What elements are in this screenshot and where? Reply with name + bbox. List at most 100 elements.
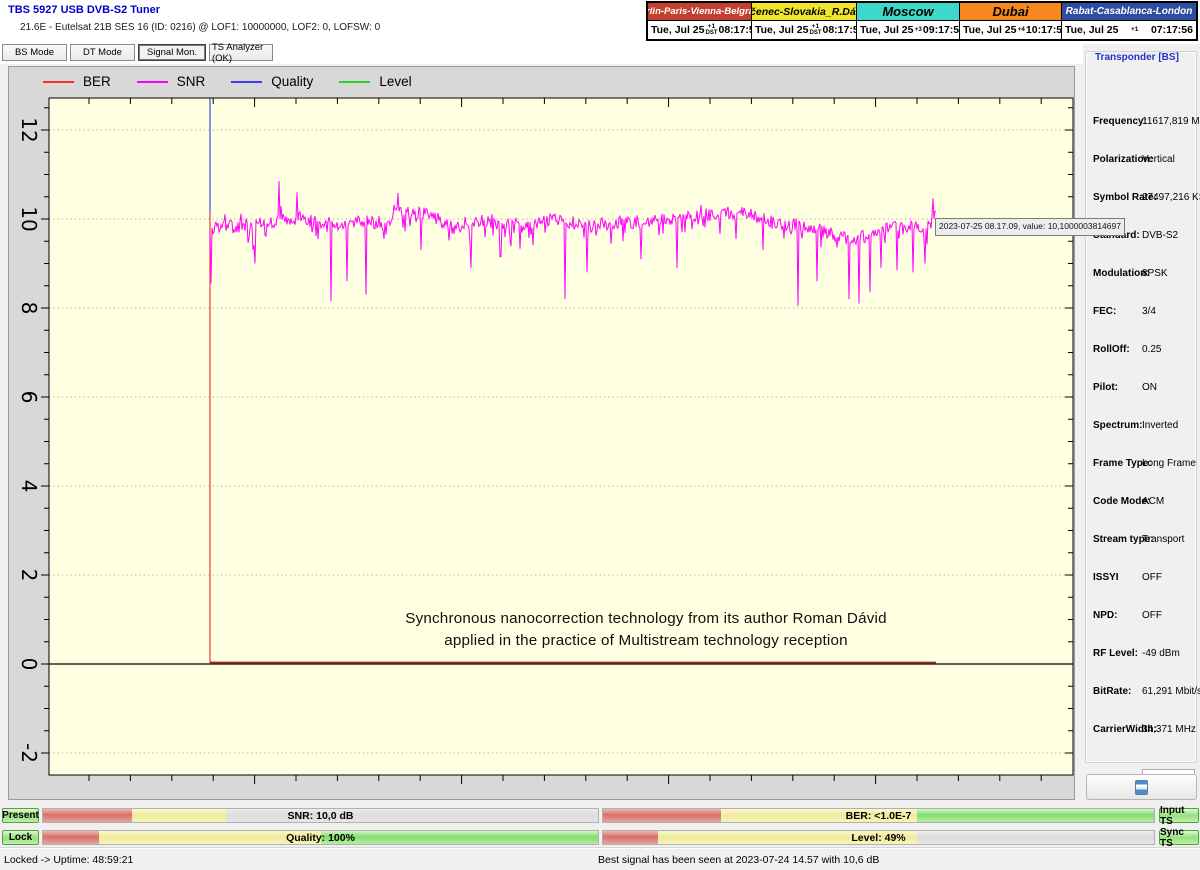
legend-item-level[interactable]: Level [339, 74, 411, 89]
field-value: 27497,216 KS/s [1142, 192, 1200, 203]
field-label: RollOff: [1093, 344, 1130, 355]
mode-tabbar: BS ModeDT ModeSignal Mon.TS Analyzer (OK… [2, 44, 273, 62]
field-label: Frequency: [1093, 116, 1147, 127]
legend-line-snr [137, 81, 168, 83]
clock-header-rabat-casablanca-london: Rabat-Casablanca-London [1062, 3, 1196, 20]
legend-item-ber[interactable]: BER [43, 74, 111, 89]
field-value: DVB-S2 [1142, 230, 1178, 241]
bar-label-quality: Quality: 100% [43, 831, 598, 844]
input-ts-button[interactable]: Input TS [1159, 808, 1199, 823]
field-frequency: Frequency:11617,819 MHz [1093, 116, 1197, 130]
field-modulation: Modulation:8PSK [1093, 268, 1197, 282]
legend-line-quality [231, 81, 262, 83]
y-axis-label--2: -2 [17, 743, 41, 763]
field-value: 11617,819 MHz [1142, 116, 1200, 127]
y-axis-label-8: 8 [17, 302, 41, 315]
clock-header-berlin-paris-vienna-belgrade: Berlin-Paris-Vienna-Belgrade [648, 3, 751, 20]
legend-item-quality[interactable]: Quality [231, 74, 313, 89]
field-code-mode: Code Mode:ACM [1093, 496, 1197, 510]
indicator-bar-quality: Quality: 100% [42, 830, 599, 845]
field-value: Vertical [1142, 154, 1175, 165]
bar-label-level: Level: 49% [603, 831, 1154, 844]
indicator-bar-ber: BER: <1.0E-7 [602, 808, 1155, 823]
field-fec: FEC: 3/4 [1093, 306, 1197, 320]
clock-dst-flag: DST [706, 30, 718, 36]
field-spectrum: Spectrum:Inverted [1093, 420, 1197, 434]
tab-bs-mode[interactable]: BS Mode [2, 44, 67, 61]
field-value: Transport [1142, 534, 1184, 545]
legend-line-ber [43, 81, 74, 83]
field-carrierwidth: CarrierWidth:34,371 MHz [1093, 724, 1197, 738]
field-value: 3/4 [1142, 306, 1156, 317]
lock-button[interactable]: Lock [2, 830, 39, 845]
window-title: TBS 5927 USB DVB-S2 Tuner [8, 4, 160, 16]
present-button[interactable]: Present [2, 808, 39, 823]
indicator-bar-level: Level: 49% [602, 830, 1155, 845]
tab-signal-mon[interactable]: Signal Mon. [138, 44, 206, 61]
transponder-panel: Transponder [BS] Frequency:11617,819 MHz… [1083, 44, 1200, 804]
field-polarization: Polarization:Vertical [1093, 154, 1197, 168]
legend-line-level [339, 81, 370, 83]
chart-tooltip: 2023-07-25 08.17.09, value: 10,100000381… [935, 218, 1125, 236]
clock-offset-value: +1 [1131, 27, 1138, 33]
clock-offset-value: +4 [1018, 27, 1025, 33]
clock-date: Tue, Jul 25 [651, 24, 705, 36]
statusbar-lock-uptime: Locked -> Uptime: 48:59:21 [4, 854, 133, 866]
clock-utc-offset: +4 [1018, 27, 1025, 33]
field-label: ISSYI [1093, 572, 1119, 583]
chart-legend: BER SNR Quality Level [43, 74, 412, 89]
tab-dt-mode[interactable]: DT Mode [70, 44, 135, 61]
sync-ts-button[interactable]: Sync TS [1159, 830, 1199, 845]
chart-annotation-line2: applied in the practice of Multistream t… [296, 630, 996, 652]
clock-time-rabat-casablanca-london: Tue, Jul 25+107:17:56 [1062, 21, 1196, 39]
field-value: Inverted [1142, 420, 1178, 431]
clock-utc-offset: +1DST [810, 24, 822, 36]
y-axis-label-12: 12 [17, 117, 41, 142]
field-label: FEC: [1093, 306, 1116, 317]
clock-time-value: 07:17:56 [1151, 24, 1193, 36]
y-axis-label-6: 6 [17, 391, 41, 404]
y-axis-label-4: 4 [17, 480, 41, 493]
field-label: Pilot: [1093, 382, 1118, 393]
clock-utc-offset: +1DST [706, 24, 718, 36]
record-ts-button[interactable] [1086, 774, 1197, 800]
field-frame-type: Frame Type:Long Frame [1093, 458, 1197, 472]
clock-time-value: 09:17:56 [923, 24, 965, 36]
clock-date: Tue, Jul 25 [860, 24, 914, 36]
field-value: ACM [1142, 496, 1164, 507]
field-pilot: Pilot: ON [1093, 382, 1197, 396]
window-subtitle: 21.6E - Eutelsat 21B SES 16 (ID: 0216) @… [20, 22, 380, 33]
legend-label: Level [379, 74, 411, 89]
field-value: 34,371 MHz [1142, 724, 1196, 735]
clock-header-lu-enec-slovakia-r-d-vid: Lučenec-Slovakia_R.Dávid [752, 3, 856, 20]
transponder-groupbox: Transponder [BS] Frequency:11617,819 MHz… [1085, 51, 1197, 763]
legend-item-snr[interactable]: SNR [137, 74, 206, 89]
field-npd: NPD: OFF [1093, 610, 1197, 624]
field-stream-type: Stream type:Transport [1093, 534, 1197, 548]
field-value: OFF [1142, 610, 1162, 621]
field-value: -49 dBm [1142, 648, 1180, 659]
field-value: ON [1142, 382, 1157, 393]
field-bitrate: BitRate:61,291 Mbit/s [1093, 686, 1197, 700]
clock-header-moscow: Moscow [857, 3, 959, 20]
signal-monitor-panel: -2024681012 BERSNRQualityLevel Synchrono… [8, 66, 1075, 800]
y-axis-label-0: 0 [17, 658, 41, 671]
clock-time-dubai: Tue, Jul 25+410:17:56 [960, 21, 1061, 39]
legend-label: SNR [177, 74, 206, 89]
clock-time-lu-enec-slovakia-r-d-vid: Tue, Jul 25+1DST08:17:56 [752, 21, 856, 39]
bar-label-snr: SNR: 10,0 dB [43, 809, 598, 822]
field-value: Long Frame [1142, 458, 1196, 469]
field-label: NPD: [1093, 610, 1117, 621]
world-clock-panel: Berlin-Paris-Vienna-BelgradeLučenec-Slov… [646, 1, 1198, 41]
transponder-title: Transponder [BS] [1092, 52, 1182, 63]
tab-ts-analyzer-ok[interactable]: TS Analyzer (OK) [209, 44, 273, 61]
field-symbol-rate: Symbol Rate:27497,216 KS/s [1093, 192, 1197, 206]
indicator-bar-snr: SNR: 10,0 dB [42, 808, 599, 823]
clock-time-moscow: Tue, Jul 25+309:17:56 [857, 21, 959, 39]
field-value: 8PSK [1142, 268, 1168, 279]
field-value: OFF [1142, 572, 1162, 583]
signal-chart[interactable]: -2024681012 [9, 67, 1074, 799]
clock-date: Tue, Jul 25 [963, 24, 1017, 36]
field-value: 0.25 [1142, 344, 1161, 355]
field-rf-level: RF Level:-49 dBm [1093, 648, 1197, 662]
